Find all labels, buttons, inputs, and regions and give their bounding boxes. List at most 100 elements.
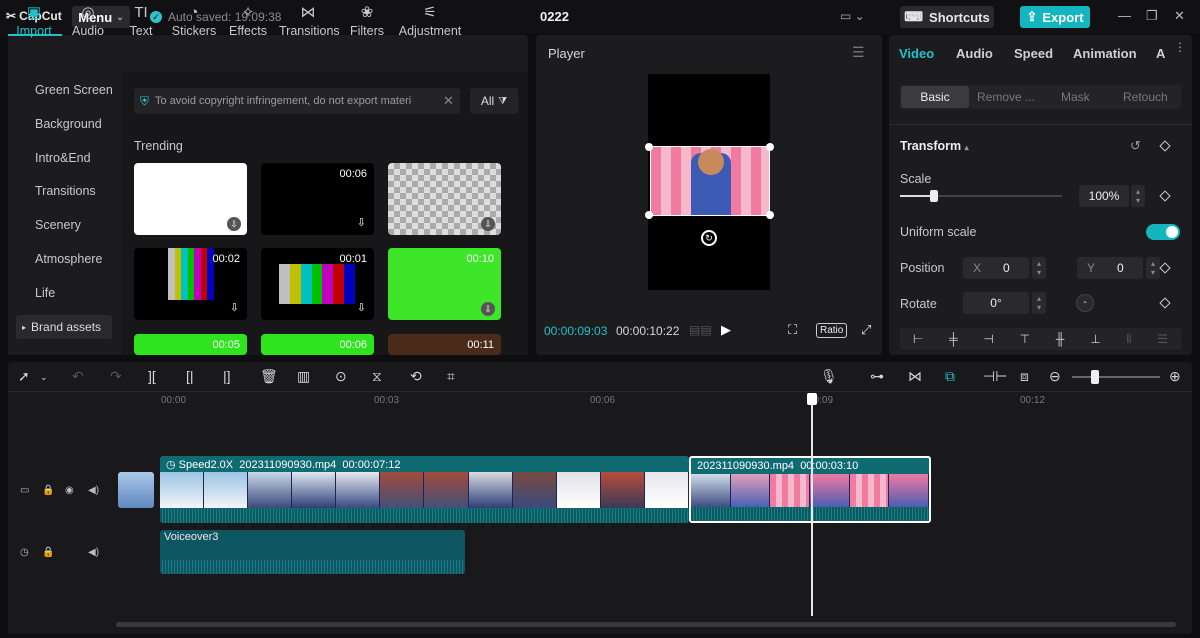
split-icon[interactable]: ][ [148, 368, 156, 384]
segment-retouch[interactable]: Retouch [1123, 90, 1168, 104]
align-top-icon[interactable]: ⊤ [1020, 332, 1030, 346]
close-notice-icon[interactable]: ✕ [443, 93, 454, 109]
media-thumb[interactable]: ⇩ [134, 163, 247, 235]
media-thumb[interactable]: 00:11 [388, 334, 501, 355]
zoom-slider-knob[interactable] [1091, 370, 1099, 384]
play-button[interactable]: ▶ [721, 322, 731, 338]
rotate-stepper[interactable]: ▴▾ [1032, 292, 1046, 314]
eye-icon[interactable]: ◉ [65, 485, 74, 496]
tab-speed[interactable]: Speed [1014, 46, 1053, 61]
cover-thumbnail[interactable] [118, 472, 154, 508]
tab-filters[interactable]: ❀Filters [338, 4, 396, 38]
download-icon[interactable]: ⇩ [481, 217, 495, 231]
align-right-icon[interactable]: ⊣ [983, 332, 993, 346]
video-clip[interactable]: ◷ Speed2.0X 202311090930.mp4 00:00:07:12 [160, 456, 689, 523]
close-icon[interactable]: ✕ [1174, 8, 1185, 24]
caption-icon[interactable]: ⧈ [1020, 368, 1029, 385]
zoom-slider[interactable] [1072, 376, 1160, 378]
tab-more[interactable]: A [1156, 46, 1165, 61]
scale-input[interactable]: 100% [1079, 185, 1129, 207]
frames-icon[interactable]: ▤▤ [689, 323, 712, 337]
preview-axis-icon[interactable]: ⊣⊢ [983, 368, 1007, 385]
media-thumb[interactable]: ⇩ [388, 163, 501, 235]
minimize-icon[interactable]: — [1118, 8, 1131, 23]
distribute-h-icon[interactable]: ⫴ [1126, 332, 1131, 347]
scale-stepper[interactable]: ▴▾ [1131, 185, 1145, 207]
download-icon[interactable]: ⇩ [357, 301, 366, 314]
rotate-icon[interactable]: ⟲ [410, 368, 422, 385]
segment-mask[interactable]: Mask [1061, 90, 1090, 104]
volume-icon[interactable]: ◀) [88, 485, 99, 496]
align-left-icon[interactable]: ⊢ [913, 332, 923, 346]
playhead-handle[interactable] [807, 393, 817, 405]
transform-heading[interactable]: Transform ▴ [900, 139, 969, 153]
resize-handle[interactable] [645, 143, 653, 151]
snap-icon[interactable]: ⧉ [945, 368, 955, 385]
link-icon[interactable]: ⊶ [870, 368, 884, 385]
download-icon[interactable]: ⇩ [227, 217, 241, 231]
download-icon[interactable]: ⇩ [357, 216, 366, 229]
media-thumb[interactable]: 00:01⇩ [261, 248, 374, 320]
media-thumb[interactable]: 00:05 [134, 334, 247, 355]
tab-transitions[interactable]: ⋈Transitions [279, 4, 337, 38]
tab-animation[interactable]: Animation [1073, 46, 1137, 61]
selected-video-layer[interactable] [650, 146, 770, 216]
more-tabs-icon[interactable]: ⋮ [1174, 40, 1186, 54]
position-x-stepper[interactable]: ▴▾ [1032, 257, 1046, 279]
sidebar-item-intro-end[interactable]: Intro&End [35, 151, 91, 165]
delete-icon[interactable]: 🗑 [260, 368, 278, 385]
sidebar-item-green-screen[interactable]: Green Screen [35, 83, 113, 97]
magnet-icon[interactable]: ⋈ [908, 368, 922, 385]
microphone-icon[interactable]: 🎙 [820, 368, 838, 385]
tab-import[interactable]: ▣Import [5, 4, 63, 38]
lock-icon[interactable]: 🔒 [42, 485, 54, 496]
chevron-down-icon[interactable]: ⌄ [40, 372, 48, 383]
reverse-icon[interactable]: ⊙ [335, 368, 347, 385]
position-y-input[interactable]: Y0 [1077, 257, 1143, 279]
align-bottom-icon[interactable]: ⊥ [1090, 332, 1100, 346]
distribute-v-icon[interactable]: ☰ [1157, 332, 1168, 346]
filter-dropdown[interactable]: All⧩ [470, 88, 518, 114]
media-thumb[interactable]: 00:02⇩ [134, 248, 247, 320]
playhead[interactable] [811, 393, 813, 616]
zoom-in-icon[interactable]: ⊕ [1169, 368, 1181, 385]
lock-icon[interactable]: 🔒 [42, 547, 54, 558]
horizontal-scrollbar[interactable] [116, 622, 1176, 627]
shortcuts-button[interactable]: ⌨Shortcuts [900, 6, 994, 28]
tab-audio[interactable]: ◎Audio [59, 4, 117, 38]
split-left-icon[interactable]: [| [186, 368, 194, 384]
tab-audio[interactable]: Audio [956, 46, 993, 61]
restore-icon[interactable]: ❐ [1146, 8, 1158, 24]
resize-handle[interactable] [766, 211, 774, 219]
export-button[interactable]: ⇪Export [1020, 6, 1090, 28]
tab-stickers[interactable]: ◔Stickers [165, 4, 223, 38]
project-title[interactable]: 0222 [540, 9, 569, 24]
sidebar-item-atmosphere[interactable]: Atmosphere [35, 252, 102, 266]
fit-icon[interactable]: ⛶ [788, 322, 797, 338]
segment-remove[interactable]: Remove ... [977, 90, 1035, 104]
volume-icon[interactable]: ◀) [88, 547, 99, 558]
select-tool-icon[interactable]: ➚ [18, 368, 30, 385]
rotate-dial[interactable]: - [1076, 294, 1094, 312]
resize-handle[interactable] [645, 211, 653, 219]
download-icon[interactable]: ⇩ [481, 302, 495, 316]
crop-icon[interactable]: ⌗ [447, 368, 455, 385]
segment-basic[interactable]: Basic [901, 86, 969, 108]
scale-slider-knob[interactable] [930, 190, 938, 202]
tab-effects[interactable]: ✧Effects [219, 4, 277, 38]
media-thumb[interactable]: 00:06⇩ [261, 163, 374, 235]
align-center-h-icon[interactable]: ╪ [949, 332, 958, 346]
ratio-button[interactable]: Ratio [816, 323, 847, 338]
audio-track-icon[interactable]: ◷ [20, 547, 29, 558]
sidebar-item-scenery[interactable]: Scenery [35, 218, 81, 232]
sidebar-item-life[interactable]: Life [35, 286, 55, 300]
tab-video[interactable]: Video [899, 46, 934, 61]
split-right-icon[interactable]: |] [223, 368, 231, 384]
mirror-icon[interactable]: ⧖ [372, 368, 382, 385]
video-track-icon[interactable]: ▭ [20, 485, 29, 496]
hamburger-icon[interactable]: ☰ [852, 44, 865, 61]
video-clip-selected[interactable]: 202311090930.mp4 00:00:03:10 [689, 456, 931, 523]
sidebar-item-background[interactable]: Background [35, 117, 102, 131]
tab-adjustment[interactable]: ⚟Adjustment [398, 4, 462, 38]
download-icon[interactable]: ⇩ [230, 301, 239, 314]
